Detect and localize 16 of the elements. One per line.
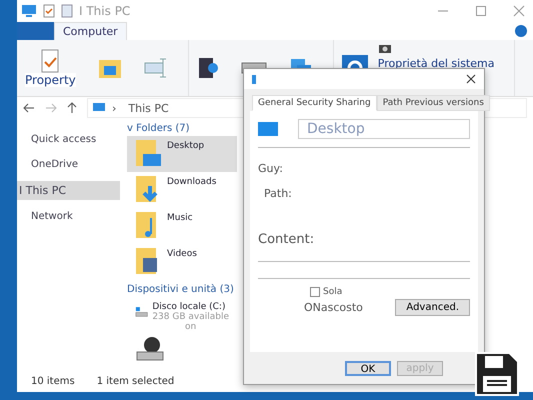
read-only-label: Sola [323, 287, 342, 297]
item-label: Downloads [167, 177, 216, 187]
breadcrumb-separator: › [112, 102, 116, 114]
property-label: Path: [264, 187, 293, 200]
property-label: Guy: [258, 162, 284, 175]
hidden-label: ONascosto [304, 301, 363, 314]
free-space-text: 238 GB available [152, 312, 229, 322]
item-label: Disco locale (C:) [152, 302, 226, 312]
item-label: Music [167, 213, 193, 223]
item-label: Desktop [167, 141, 204, 151]
window-title: I This PC [79, 4, 130, 18]
selection-count: 1 item selected [96, 376, 174, 389]
item-label: Videos [167, 249, 197, 259]
item-count: 10 items [31, 376, 75, 389]
free-space-text: on [185, 322, 196, 332]
property-label: Content: [258, 232, 316, 247]
